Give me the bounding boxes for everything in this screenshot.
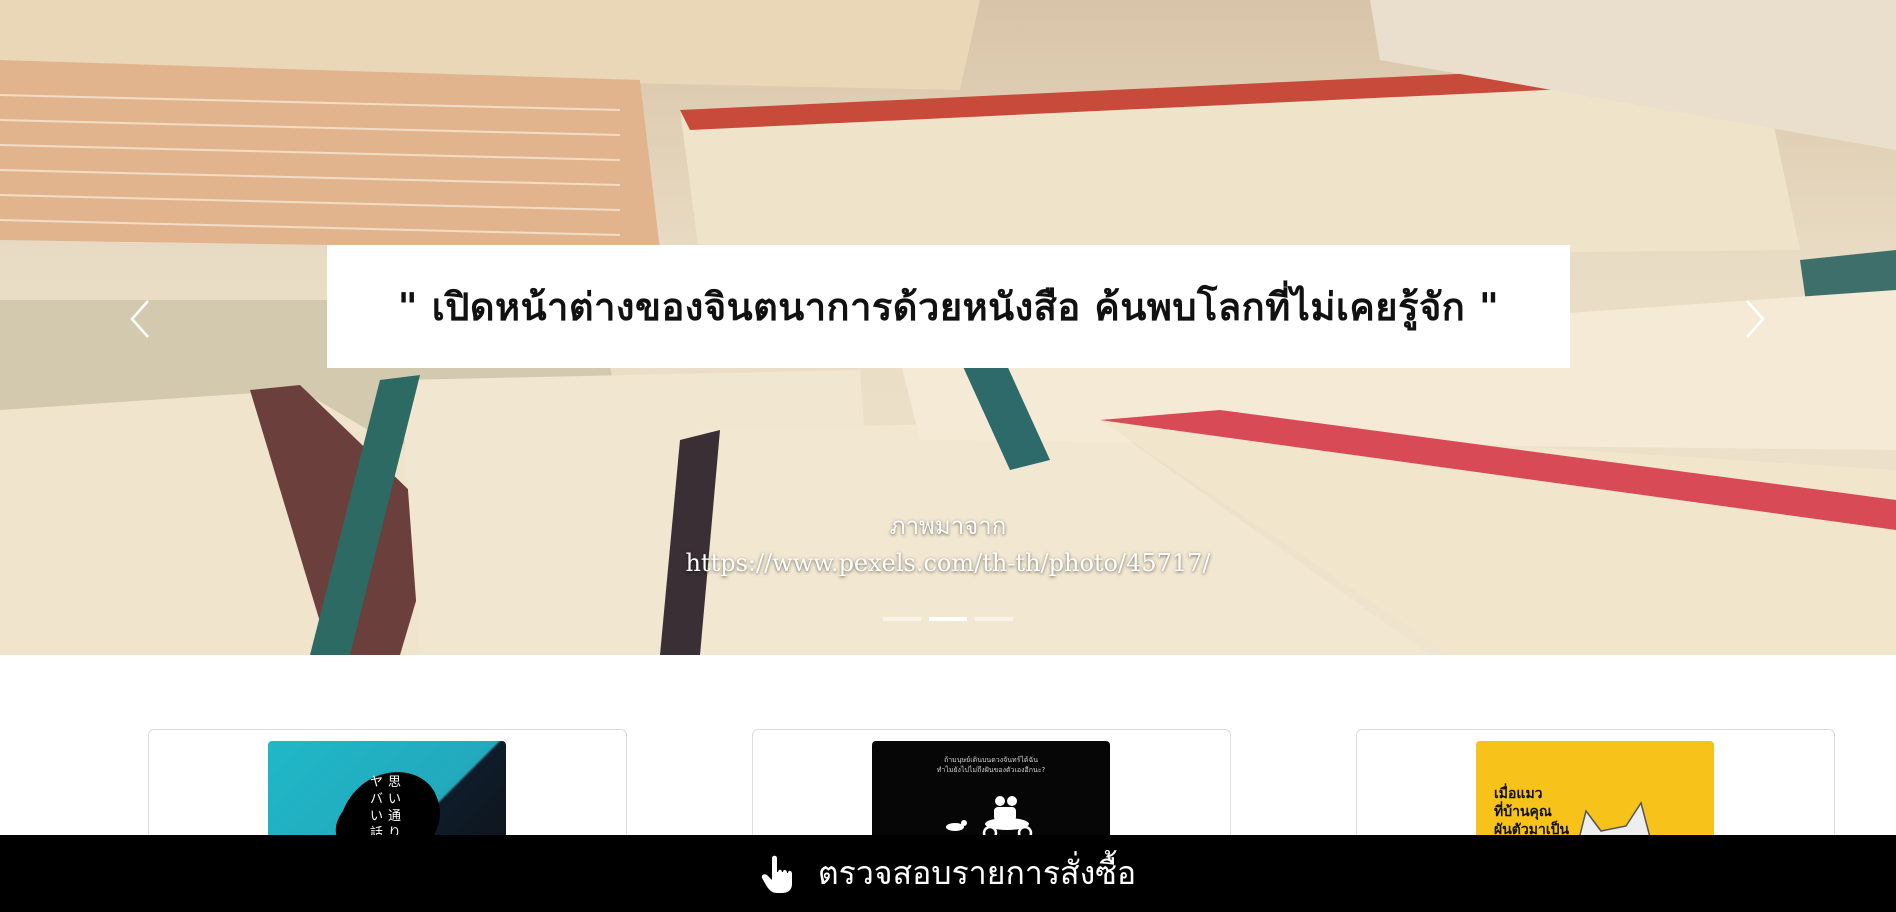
carousel-next-button[interactable] bbox=[1730, 294, 1780, 344]
svg-text:ヤ: ヤ bbox=[370, 775, 383, 790]
hero-caption-box: " เปิดหน้าต่างของจินตนาการด้วยหนังสือ ค้… bbox=[327, 245, 1570, 368]
chevron-left-icon bbox=[130, 300, 149, 338]
svg-text:バ: バ bbox=[370, 792, 383, 807]
svg-text:い: い bbox=[388, 792, 401, 807]
hero-carousel: " เปิดหน้าต่างของจินตนาการด้วยหนังสือ ค้… bbox=[0, 0, 1896, 655]
svg-text:い: い bbox=[370, 809, 383, 824]
hero-caption: " เปิดหน้าต่างของจินตนาการด้วยหนังสือ ค้… bbox=[397, 285, 1500, 329]
pointing-hand-icon bbox=[761, 855, 792, 893]
carousel-indicators bbox=[0, 617, 1896, 621]
photo-credit-label: ภาพมาจาก bbox=[889, 512, 1007, 540]
check-order-label: ตรวจสอบรายการสั่งซื้อ bbox=[817, 854, 1137, 892]
chevron-right-icon bbox=[1746, 300, 1765, 338]
svg-text:思: 思 bbox=[388, 775, 401, 790]
photo-credit-url: https://www.pexels.com/th-th/photo/45717… bbox=[685, 549, 1211, 577]
carousel-indicator-2[interactable] bbox=[929, 617, 967, 621]
carousel-prev-button[interactable] bbox=[115, 294, 165, 344]
svg-text:通: 通 bbox=[388, 809, 401, 824]
carousel-indicator-1[interactable] bbox=[883, 617, 921, 621]
check-order-button[interactable]: ตรวจสอบรายการสั่งซื้อ bbox=[0, 835, 1896, 912]
carousel-indicator-3[interactable] bbox=[975, 617, 1013, 621]
